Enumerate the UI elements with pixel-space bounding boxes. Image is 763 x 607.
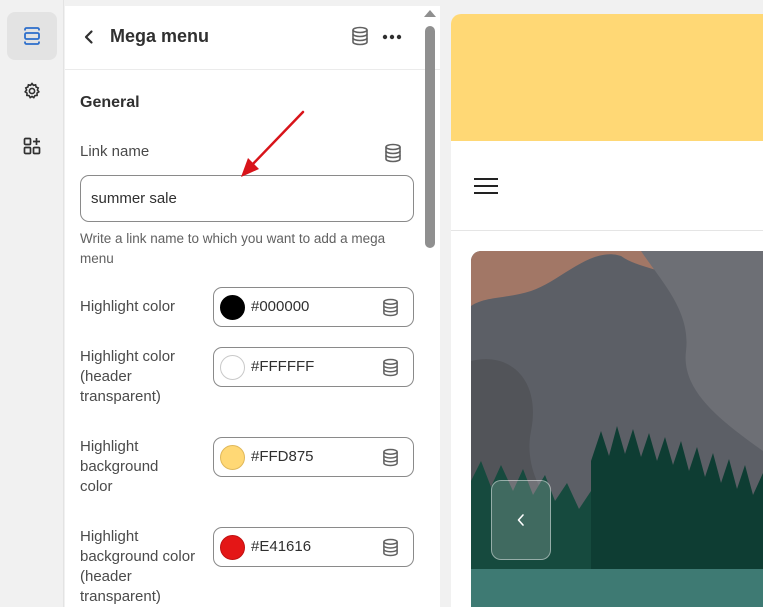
sidebar-rail [0,0,64,607]
color-hex-value: #000000 [251,298,310,315]
link-name-help-text: Write a link name to which you want to a… [80,231,386,266]
settings-panel: Mega menu General Link name Write a link… [65,6,440,607]
rail-apps-button[interactable] [7,122,57,170]
sections-icon [24,27,40,45]
color-swatch[interactable] [220,355,245,380]
scroll-up-arrow[interactable] [424,10,436,17]
site-header [451,141,763,231]
highlight-color-field[interactable]: #000000 [213,287,414,327]
store-preview [451,14,763,607]
apps-add-icon [23,137,41,155]
color-dynamic-source-button[interactable] [382,298,399,322]
highlight-color-transparent-field[interactable]: #FFFFFF [213,347,414,387]
rail-sections-button[interactable] [7,12,57,60]
color-dynamic-source-button[interactable] [382,358,399,382]
highlight-background-color-label: Highlight background color [80,438,159,495]
highlight-background-color-transparent-field[interactable]: #E41616 [213,527,414,567]
color-swatch[interactable] [220,535,245,560]
database-icon [383,358,398,377]
database-icon [383,298,398,317]
highlight-color-transparent-label: Highlight color (header transparent) [80,348,176,405]
rail-settings-button[interactable] [7,67,57,115]
slide-prev-button[interactable] [491,480,551,560]
color-hex-value: #FFFFFF [251,358,315,375]
color-dynamic-source-button[interactable] [382,538,399,562]
database-icon [383,538,398,557]
hero-slideshow [471,251,763,607]
color-hex-value: #E41616 [251,538,312,555]
color-swatch[interactable] [220,295,245,320]
color-swatch[interactable] [220,445,245,470]
highlight-background-color-transparent-label: Highlight background color (header trans… [80,528,196,605]
database-icon [383,448,398,467]
chevron-left-icon [517,514,524,526]
gear-icon [24,82,40,99]
color-dynamic-source-button[interactable] [382,448,399,472]
hamburger-icon[interactable] [474,178,498,196]
scrollbar-thumb[interactable] [425,26,435,248]
highlight-color-label: Highlight color [80,298,176,315]
annotation-arrow [241,110,305,177]
announcement-bar [451,14,763,141]
highlight-background-color-field[interactable]: #FFD875 [213,437,414,477]
color-hex-value: #FFD875 [251,448,314,465]
